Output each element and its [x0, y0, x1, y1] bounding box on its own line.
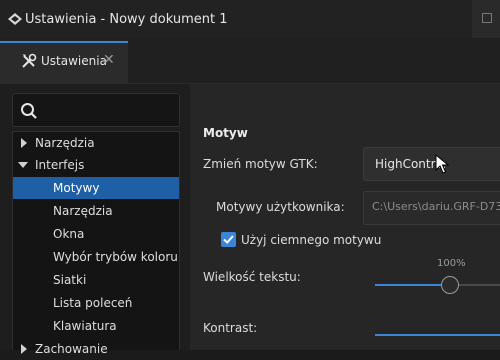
text-size-value: 100% — [437, 258, 466, 269]
gtk-theme-label: Zmień motyw GTK: — [203, 157, 318, 171]
tree-item-lista-polecen[interactable]: Lista poleceń — [13, 292, 179, 314]
app-logo-icon — [8, 13, 22, 25]
tree-item-narzedzia-interfejs[interactable]: Narzędzia — [13, 200, 179, 222]
tree-item-siatki[interactable]: Siatki — [13, 269, 179, 291]
tree-item-label: Klawiatura — [53, 319, 117, 333]
tree-item-label: Lista poleceń — [53, 296, 133, 310]
tree-item-label: Wybór trybów koloru — [53, 250, 178, 264]
tree-item-label: Zachowanie — [35, 342, 108, 356]
tab-label: Ustawienia — [41, 54, 107, 68]
tree-item-klawiatura[interactable]: Klawiatura — [13, 315, 179, 337]
maximize-icon — [482, 13, 492, 23]
tab-close-icon[interactable]: ✕ — [103, 52, 115, 68]
window-title: Ustawienia - Nowy dokument 1 — [25, 12, 228, 27]
tree-item-interfejs[interactable]: Interfejs — [13, 154, 179, 176]
collapse-arrow-icon[interactable] — [18, 162, 28, 168]
maximize-button[interactable] — [472, 0, 500, 38]
checkmark-icon — [223, 235, 234, 244]
contrast-slider-track[interactable] — [375, 334, 500, 336]
tree-item-narzedzia[interactable]: Narzędzia — [13, 132, 179, 154]
tree-item-label: Motywy — [53, 181, 100, 195]
user-themes-path: C:\Users\dariu.GRF-D73\ — [372, 200, 500, 213]
tree-item-label: Siatki — [53, 273, 87, 287]
tools-icon — [22, 53, 37, 68]
theme-section-heading: Motyw — [203, 126, 248, 140]
dark-theme-checkbox[interactable] — [221, 232, 236, 247]
tree-item-label: Okna — [53, 227, 85, 241]
user-themes-label: Motywy użytkownika: — [216, 200, 345, 214]
text-size-label: Wielkość tekstu: — [203, 270, 301, 284]
tree-item-label: Interfejs — [35, 158, 85, 172]
tree-item-wybor-trybow-koloru[interactable]: Wybór trybów koloru — [13, 246, 179, 268]
dark-theme-label[interactable]: Użyj ciemnego motywu — [241, 233, 381, 247]
text-size-slider-thumb[interactable] — [441, 276, 459, 294]
search-icon — [21, 103, 37, 119]
expand-arrow-icon[interactable] — [21, 344, 27, 354]
tree-item-label: Narzędzia — [35, 136, 95, 150]
tree-item-label: Narzędzia — [53, 204, 113, 218]
expand-arrow-icon[interactable] — [21, 138, 27, 148]
mouse-cursor-icon — [435, 154, 449, 174]
tree-item-okna[interactable]: Okna — [13, 223, 179, 245]
tree-item-zachowanie[interactable]: Zachowanie — [13, 338, 179, 360]
tree-item-motywy[interactable]: Motywy — [13, 177, 179, 199]
text-size-slider-fill — [375, 284, 450, 286]
contrast-label: Kontrast: — [203, 321, 258, 335]
